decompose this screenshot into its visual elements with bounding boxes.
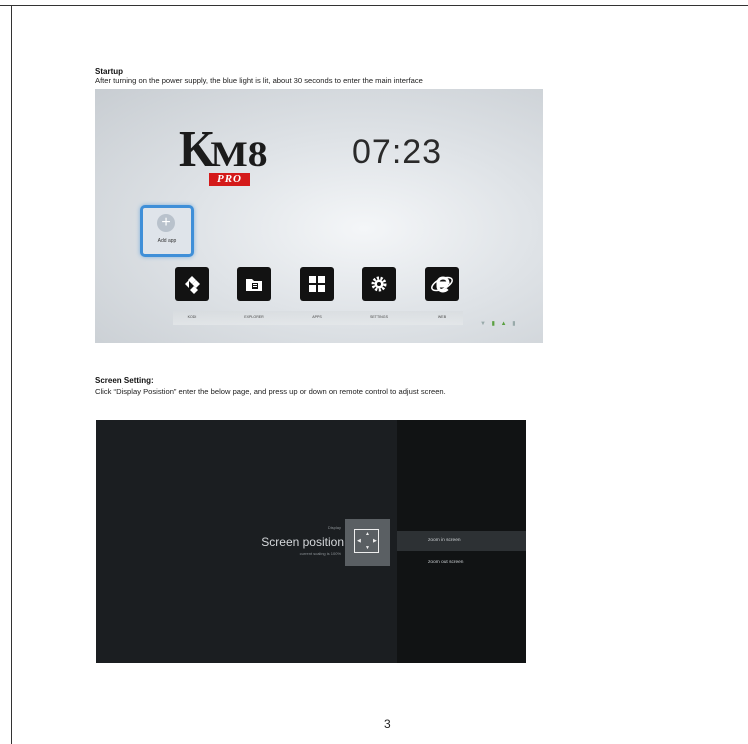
arrow-up-icon: ▲ xyxy=(365,531,370,537)
app-explorer[interactable] xyxy=(237,267,271,301)
screen-setting-text: Click “Display Posistion” enter the belo… xyxy=(95,387,446,396)
app-kodi[interactable] xyxy=(175,267,209,301)
app-settings[interactable] xyxy=(362,267,396,301)
logo-m8: M8 xyxy=(210,134,269,174)
grid-icon xyxy=(309,276,325,292)
wifi-icon: ▼ xyxy=(480,321,488,327)
screen-position-title: Screen position xyxy=(261,535,344,549)
browser-icon xyxy=(431,276,453,293)
clock: 07:23 xyxy=(352,133,443,171)
usb-icon: ▮ xyxy=(491,321,497,327)
add-app-label: Add app xyxy=(157,238,177,244)
screen-position-icon: ▲ ▼ ◀ ▶ xyxy=(345,519,390,566)
plus-icon: + xyxy=(157,214,175,232)
app-label: WEB xyxy=(437,315,447,319)
page-frame-top xyxy=(0,5,748,6)
folder-icon xyxy=(246,279,262,291)
startup-screenshot: KM8 PRO 07:23 + Add app KODI EXPLORER AP… xyxy=(95,89,543,343)
startup-heading: Startup xyxy=(95,67,123,76)
add-app-button[interactable]: + Add app xyxy=(140,205,194,257)
app-web[interactable] xyxy=(425,267,459,301)
app-label: KODI xyxy=(187,315,197,319)
app-label: APPS xyxy=(312,315,322,319)
page-frame-left xyxy=(11,5,12,744)
km8-logo: KM8 PRO xyxy=(177,124,269,186)
logo-pro-badge: PRO xyxy=(209,173,250,186)
page-number: 3 xyxy=(384,717,391,731)
startup-text: After turning on the power supply, the b… xyxy=(95,76,423,85)
zoom-in-option[interactable]: zoom in screen xyxy=(428,538,461,543)
app-label: SETTINGS xyxy=(370,315,388,319)
arrow-down-icon: ▼ xyxy=(365,545,370,551)
scaling-subtitle: current scaling is 100% xyxy=(299,551,341,556)
kodi-icon xyxy=(185,276,200,294)
zoom-out-option[interactable]: zoom out screen xyxy=(428,560,463,565)
screen-position-screenshot: Display Screen position current scaling … xyxy=(96,420,526,663)
sd-icon: ▮ xyxy=(512,321,518,327)
app-label: EXPLORER xyxy=(244,315,264,319)
gear-icon xyxy=(371,276,387,292)
arrow-left-icon: ◀ xyxy=(357,538,361,544)
status-bar: ▼ ▮ ▲ ▮ xyxy=(480,320,518,327)
category-label: Display xyxy=(327,525,341,530)
arrow-right-icon: ▶ xyxy=(373,538,377,544)
screen-setting-heading: Screen Setting: xyxy=(95,376,154,385)
app-apps[interactable] xyxy=(300,267,334,301)
selected-option-highlight xyxy=(397,531,526,551)
android-icon: ▲ xyxy=(500,321,509,327)
